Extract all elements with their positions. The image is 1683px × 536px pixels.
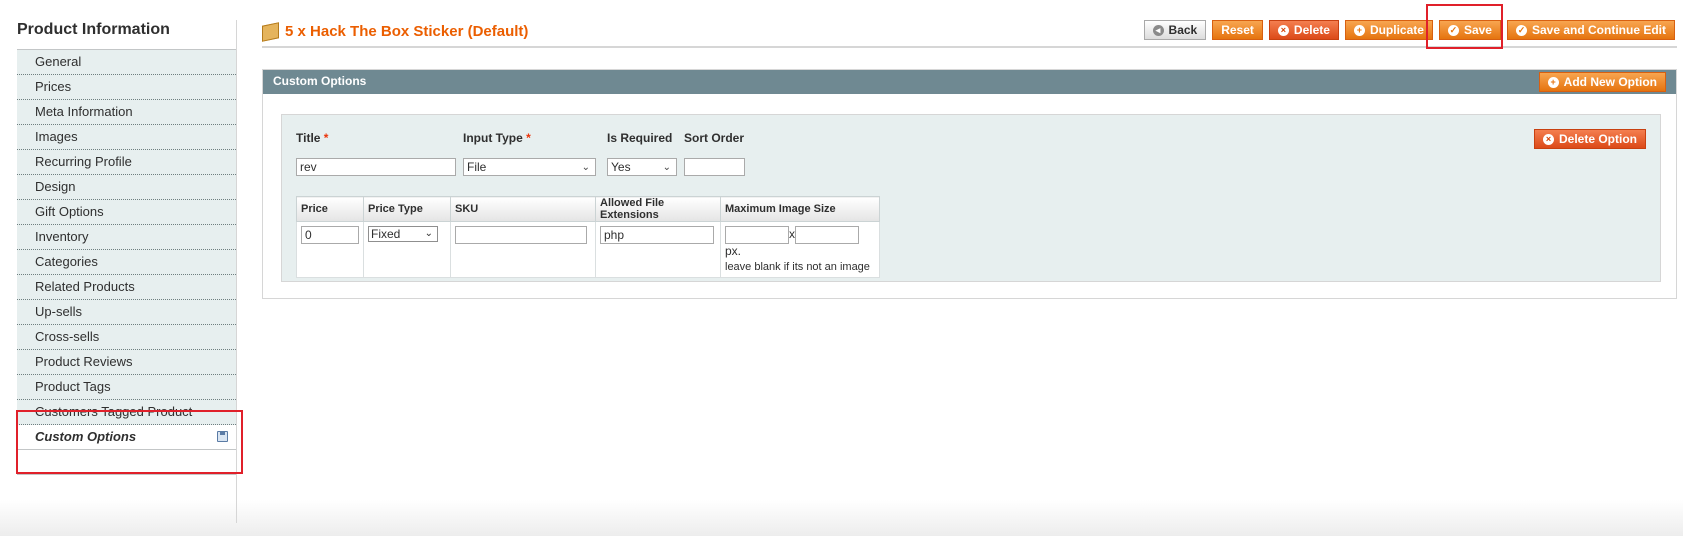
sidebar-item-meta-information[interactable]: Meta Information [17,100,236,125]
delete-option-button[interactable]: × Delete Option [1533,129,1646,149]
page-title: 5 x Hack The Box Sticker (Default) [262,21,529,42]
check-icon: ✓ [1515,24,1527,36]
column-header-sku: SKU [450,196,596,222]
sku-input[interactable] [455,226,587,244]
price-input[interactable]: 0 [301,226,359,244]
input-type-label: Input Type * [463,131,531,145]
sidebar-item-design[interactable]: Design [17,175,236,200]
sidebar-item-product-tags[interactable]: Product Tags [17,375,236,400]
file-option-table: Price Price Type SKU Allowed File Extens… [296,196,880,278]
delete-button[interactable]: × Delete [1268,20,1339,40]
sidebar-item-inventory[interactable]: Inventory [17,225,236,250]
sidebar-tail [17,475,236,523]
sidebar-item-up-sells[interactable]: Up-sells [17,300,236,325]
duplicate-button[interactable]: + Duplicate [1344,20,1433,40]
chevron-down-icon: ⌄ [424,228,433,239]
sidebar-title: Product Information [17,21,170,38]
input-type-value: File [467,160,487,174]
save-and-continue-label: Save and Continue Edit [1531,23,1666,37]
price-type-select[interactable]: Fixed ⌄ [368,226,438,242]
sidebar-item-product-reviews[interactable]: Product Reviews [17,350,236,375]
sort-order-label: Sort Order [684,131,745,145]
column-header-allowed-extensions: Allowed File Extensions [595,196,721,222]
max-image-size-cell: x px. leave blank if its not an image [720,221,880,278]
title-label: Title * [296,131,329,145]
sidebar-item-images[interactable]: Images [17,125,236,150]
delete-x-icon: × [1542,133,1554,145]
column-header-price-type: Price Type [363,196,451,222]
back-button[interactable]: ◂ Back [1143,20,1207,40]
max-height-input[interactable] [795,226,859,244]
save-highlight-box [1426,4,1503,49]
product-box-icon [262,21,279,42]
toolbar: ◂ Back Reset × Delete + Duplicate ✓ Save… [1143,20,1675,40]
extensions-cell: php [595,221,721,278]
input-type-select[interactable]: File ⌄ [463,158,596,176]
sidebar-item-recurring-profile[interactable]: Recurring Profile [17,150,236,175]
add-new-option-button[interactable]: + Add New Option [1538,72,1666,92]
column-header-price: Price [296,196,364,222]
price-type-value: Fixed [371,227,401,241]
option-box: Title * Input Type * Is Required Sort Or… [281,114,1661,282]
price-type-cell: Fixed ⌄ [363,221,451,278]
reset-button[interactable]: Reset [1212,20,1263,40]
size-unit: px. [725,244,742,258]
sidebar-item-related-products[interactable]: Related Products [17,275,236,300]
section-title: Custom Options [273,74,367,88]
option-title-input[interactable]: rev [296,158,456,176]
plus-icon: + [1353,24,1365,36]
add-new-option-label: Add New Option [1563,75,1657,89]
custom-options-header: Custom Options + Add New Option [263,70,1676,94]
table-row: 0 Fixed ⌄ php x px. leave blank if its n… [296,221,880,278]
delete-option-label: Delete Option [1558,132,1637,146]
sku-cell [450,221,596,278]
custom-options-highlight-box [16,410,243,474]
sort-order-input[interactable] [684,158,745,176]
custom-options-fieldset: Custom Options + Add New Option Title * … [262,69,1677,299]
chevron-down-icon: ⌄ [662,162,671,173]
max-width-input[interactable] [725,226,789,244]
table-header-row: Price Price Type SKU Allowed File Extens… [296,196,880,222]
delete-button-label: Delete [1293,23,1330,37]
page-footer-fade [0,500,1683,536]
allowed-extensions-input[interactable]: php [600,226,714,244]
max-size-hint: leave blank if its not an image [725,261,870,273]
sidebar-item-gift-options[interactable]: Gift Options [17,200,236,225]
page-title-text: 5 x Hack The Box Sticker (Default) [285,23,529,40]
is-required-label: Is Required [607,131,673,145]
sidebar-item-general[interactable]: General [17,50,236,75]
duplicate-button-label: Duplicate [1369,23,1424,37]
sidebar-item-prices[interactable]: Prices [17,75,236,100]
back-arrow-icon: ◂ [1152,24,1164,36]
back-button-label: Back [1168,23,1198,37]
is-required-value: Yes [611,160,631,174]
save-and-continue-button[interactable]: ✓ Save and Continue Edit [1506,20,1675,40]
reset-button-label: Reset [1221,23,1254,37]
plus-icon: + [1547,76,1559,88]
sidebar-item-cross-sells[interactable]: Cross-sells [17,325,236,350]
chevron-down-icon: ⌄ [581,162,590,173]
delete-x-icon: × [1277,24,1289,36]
sidebar-item-categories[interactable]: Categories [17,250,236,275]
column-header-max-image-size: Maximum Image Size [720,196,880,222]
is-required-select[interactable]: Yes ⌄ [607,158,677,176]
price-cell: 0 [296,221,364,278]
